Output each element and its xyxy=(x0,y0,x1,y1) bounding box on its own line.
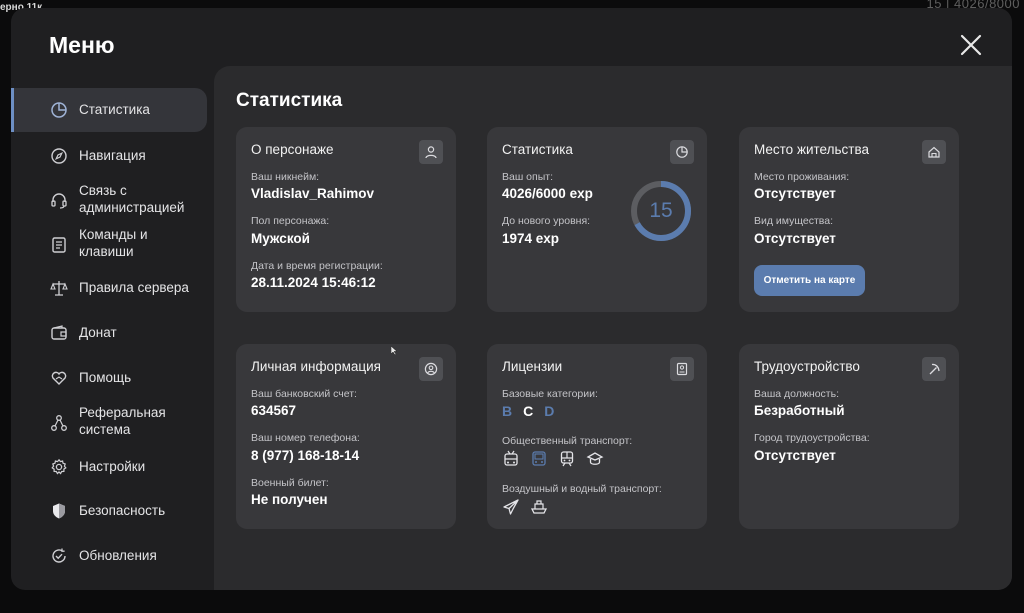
card-title: О персонаже xyxy=(251,142,334,157)
page-title: Статистика xyxy=(236,90,343,111)
sidebar-item-label: Донат xyxy=(79,325,117,340)
sidebar-item-navigation[interactable]: Навигация xyxy=(11,144,207,166)
sidebar-item-label: Безопасность xyxy=(79,503,166,518)
sidebar-item-label: Обновления xyxy=(79,548,157,563)
sidebar-item-rules[interactable]: Правила сервера xyxy=(11,276,207,298)
compass-icon xyxy=(49,146,68,165)
card-title: Лицензии xyxy=(502,359,563,374)
sidebar-item-help[interactable]: Помощь xyxy=(11,366,207,388)
card-personal-info: Личная информация Ваш банковский счет: 6… xyxy=(236,344,456,529)
boat-icon xyxy=(530,498,548,516)
registration-label: Дата и время регистрации: xyxy=(251,260,383,272)
gear-icon xyxy=(49,457,68,476)
residence-place-value: Отсутствует xyxy=(754,186,836,201)
network-icon xyxy=(49,413,68,432)
public-transport-icons xyxy=(502,450,604,468)
sidebar-item-referral[interactable]: Реферальная система xyxy=(11,404,207,440)
mark-on-map-button[interactable]: Отметить на карте xyxy=(754,265,865,296)
mouse-cursor-icon xyxy=(391,346,397,355)
military-ticket-value: Не получен xyxy=(251,492,328,507)
trolleybus-icon xyxy=(502,450,520,468)
base-categories-label: Базовые категории: xyxy=(502,388,598,400)
close-icon xyxy=(960,34,982,56)
sidebar-item-security[interactable]: Безопасность xyxy=(11,499,207,521)
shield-icon xyxy=(49,501,68,520)
headset-icon xyxy=(49,191,68,210)
sidebar-item-statistics[interactable]: Статистика xyxy=(11,88,207,132)
train-icon xyxy=(558,450,576,468)
nickname-value: Vladislav_Rahimov xyxy=(251,186,375,201)
sidebar-item-label: Правила сервера xyxy=(79,280,189,295)
heart-hands-icon xyxy=(49,368,68,387)
exp-value: 4026/6000 exp xyxy=(502,186,593,201)
sidebar-item-admin-contact[interactable]: Связь с администрацией xyxy=(11,182,207,218)
card-about-character: О персонаже Ваш никнейм: Vladislav_Rahim… xyxy=(236,127,456,312)
phone-value: 8 (977) 168-18-14 xyxy=(251,448,360,463)
close-button[interactable] xyxy=(958,32,984,58)
phone-label: Ваш номер телефона: xyxy=(251,432,360,444)
sidebar-item-label: Статистика xyxy=(79,102,150,117)
employment-city-label: Город трудоустройства: xyxy=(754,432,870,444)
next-level-label: До нового уровня: xyxy=(502,215,591,227)
category-b: B xyxy=(502,403,513,419)
wallet-icon xyxy=(49,323,68,342)
position-label: Ваша должность: xyxy=(754,388,839,400)
sidebar-item-label: Помощь xyxy=(79,370,132,385)
sidebar-item-label: Навигация xyxy=(79,148,146,163)
main-content: Статистика О персонаже Ваш никнейм: Vlad… xyxy=(214,66,1012,590)
pickaxe-icon xyxy=(922,357,946,381)
user-icon xyxy=(419,140,443,164)
category-d: D xyxy=(544,403,555,419)
property-type-value: Отсутствует xyxy=(754,231,836,246)
card-licenses: Лицензии Базовые категории: B C D Общест… xyxy=(487,344,707,529)
pie-chart-icon xyxy=(49,101,68,120)
sidebar-item-settings[interactable]: Настройки xyxy=(11,455,207,477)
card-statistics: Статистика Ваш опыт: 4026/6000 exp До но… xyxy=(487,127,707,312)
user-circle-icon xyxy=(419,357,443,381)
airplane-icon xyxy=(502,498,520,516)
next-level-value: 1974 exp xyxy=(502,231,560,246)
sidebar-item-commands[interactable]: Команды и клавиши xyxy=(11,226,207,262)
gender-label: Пол персонажа: xyxy=(251,215,330,227)
bank-account-value: 634567 xyxy=(251,403,297,418)
menu-title: Меню xyxy=(49,32,115,58)
employment-city-value: Отсутствует xyxy=(754,448,836,463)
residence-place-label: Место проживания: xyxy=(754,171,850,183)
menu-modal: Меню Статистика Навигация Связь с админи… xyxy=(11,8,1012,590)
card-employment: Трудоустройство Ваша должность: Безработ… xyxy=(739,344,959,529)
sidebar-item-updates[interactable]: Обновления xyxy=(11,544,207,566)
nickname-label: Ваш никнейм: xyxy=(251,171,320,183)
air-water-transport-label: Воздушный и водный транспорт: xyxy=(502,483,662,495)
license-categories: B C D xyxy=(502,403,554,419)
exp-label: Ваш опыт: xyxy=(502,171,553,183)
bank-account-label: Ваш банковский счет: xyxy=(251,388,357,400)
air-water-transport-icons xyxy=(502,498,548,516)
sidebar-item-donate[interactable]: Донат xyxy=(11,321,207,343)
bus-icon xyxy=(530,450,548,468)
category-c: C xyxy=(523,403,534,419)
position-value: Безработный xyxy=(754,403,845,418)
card-title: Статистика xyxy=(502,142,573,157)
driver-cap-icon xyxy=(586,450,604,468)
refresh-check-icon xyxy=(49,546,68,565)
property-type-label: Вид имущества: xyxy=(754,215,834,227)
card-title: Место жительства xyxy=(754,142,869,157)
level-value: 15 xyxy=(649,199,673,222)
gender-value: Мужской xyxy=(251,231,310,246)
card-title: Личная информация xyxy=(251,359,381,374)
scales-icon xyxy=(49,278,68,297)
card-title: Трудоустройство xyxy=(754,359,860,374)
license-icon xyxy=(670,357,694,381)
card-residence: Место жительства Место проживания: Отсут… xyxy=(739,127,959,312)
sidebar-item-label: Связь с администрацией xyxy=(79,183,185,215)
sidebar-item-label: Настройки xyxy=(79,459,146,474)
house-icon xyxy=(922,140,946,164)
keyboard-icon xyxy=(49,235,68,254)
registration-value: 28.11.2024 15:46:12 xyxy=(251,275,376,290)
pie-chart-icon xyxy=(670,140,694,164)
military-ticket-label: Военный билет: xyxy=(251,477,329,489)
sidebar-item-label: Команды и клавиши xyxy=(79,227,148,259)
public-transport-label: Общественный транспорт: xyxy=(502,435,633,447)
sidebar-item-label: Реферальная система xyxy=(79,405,166,437)
